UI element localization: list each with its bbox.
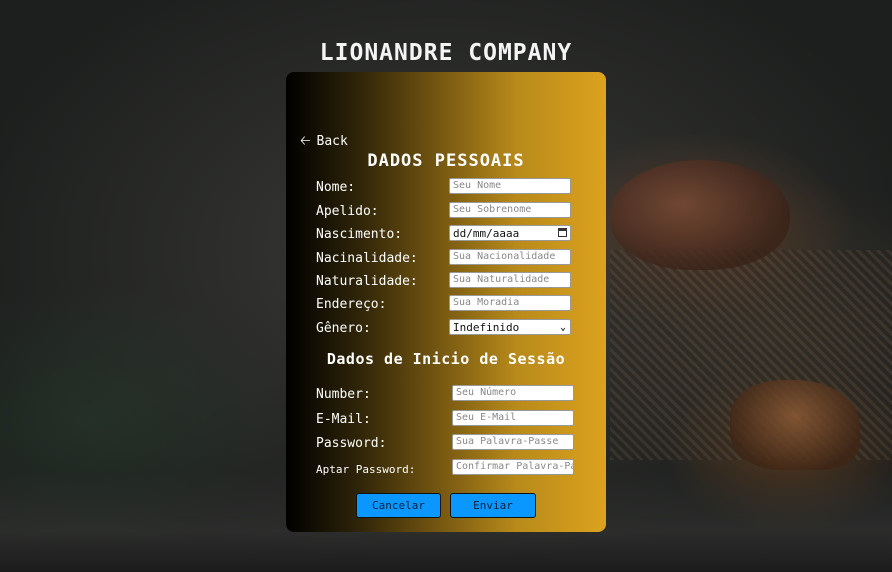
field-row-naturalidade: Naturalidade: Sua Naturalidade [316, 272, 606, 292]
email-label: E-Mail: [316, 412, 371, 427]
background-kettle [730, 380, 860, 470]
naturalidade-input[interactable]: Sua Naturalidade [449, 272, 571, 288]
number-label: Number: [316, 387, 371, 402]
field-row-number: Number: Seu Número [316, 385, 606, 405]
arrow-left-icon: 🡠 [300, 134, 311, 149]
nascimento-date-input[interactable]: dd/mm/aaaa [449, 225, 571, 241]
naturalidade-label: Naturalidade: [316, 274, 418, 289]
date-value: dd/mm/aaaa [453, 227, 520, 240]
nascimento-label: Nascimento: [316, 227, 403, 242]
nome-input[interactable]: Seu Nome [449, 178, 571, 194]
field-row-apelido: Apelido: Seu Sobrenome [316, 202, 606, 222]
back-label: Back [316, 134, 348, 149]
number-input[interactable]: Seu Número [452, 385, 574, 401]
submit-button[interactable]: Enviar [450, 493, 536, 518]
field-row-confirm-password: Aptar Password: Confirmar Palavra-Passe [316, 459, 606, 479]
personal-data-title: DADOS PESSOAIS [367, 151, 525, 171]
email-input[interactable]: Seu E-Mail [452, 410, 574, 426]
nome-label: Nome: [316, 180, 356, 195]
calendar-icon[interactable] [558, 228, 567, 237]
session-data-title: Dados de Inicio de Sessão [326, 350, 566, 368]
endereco-input[interactable]: Sua Moradia [449, 295, 571, 311]
confirm-password-input[interactable]: Confirmar Palavra-Passe [452, 459, 574, 475]
brand-title: LIONANDRE COMPANY [319, 40, 573, 66]
nacionalidade-label: Nacinalidade: [316, 251, 418, 266]
field-row-endereco: Endereço: Sua Moradia [316, 295, 606, 315]
apelido-label: Apelido: [316, 204, 379, 219]
genero-selected-value: Indefinido [453, 321, 520, 334]
field-row-email: E-Mail: Seu E-Mail [316, 410, 606, 430]
field-row-nome: Nome: Seu Nome [316, 178, 606, 198]
genero-select[interactable]: Indefinido ⌄ [449, 319, 571, 335]
apelido-input[interactable]: Seu Sobrenome [449, 202, 571, 218]
field-row-password: Password: Sua Palavra-Passe [316, 434, 606, 454]
confirm-password-label: Aptar Password: [316, 463, 416, 476]
background-lamp [610, 160, 790, 270]
password-input[interactable]: Sua Palavra-Passe [452, 434, 574, 450]
endereco-label: Endereço: [316, 297, 387, 312]
password-label: Password: [316, 436, 387, 451]
field-row-nascimento: Nascimento: dd/mm/aaaa [316, 225, 606, 245]
field-row-nacionalidade: Nacinalidade: Sua Nacionalidade [316, 249, 606, 269]
registration-card: 🡠 Back DADOS PESSOAIS Nome: Seu Nome Apel… [286, 72, 606, 532]
cancel-button[interactable]: Cancelar [356, 493, 441, 518]
genero-label: Gênero: [316, 321, 371, 336]
field-row-genero: Gênero: Indefinido ⌄ [316, 319, 606, 339]
chevron-down-icon: ⌄ [559, 322, 566, 333]
nacionalidade-input[interactable]: Sua Nacionalidade [449, 249, 571, 265]
background-crate [610, 250, 892, 460]
